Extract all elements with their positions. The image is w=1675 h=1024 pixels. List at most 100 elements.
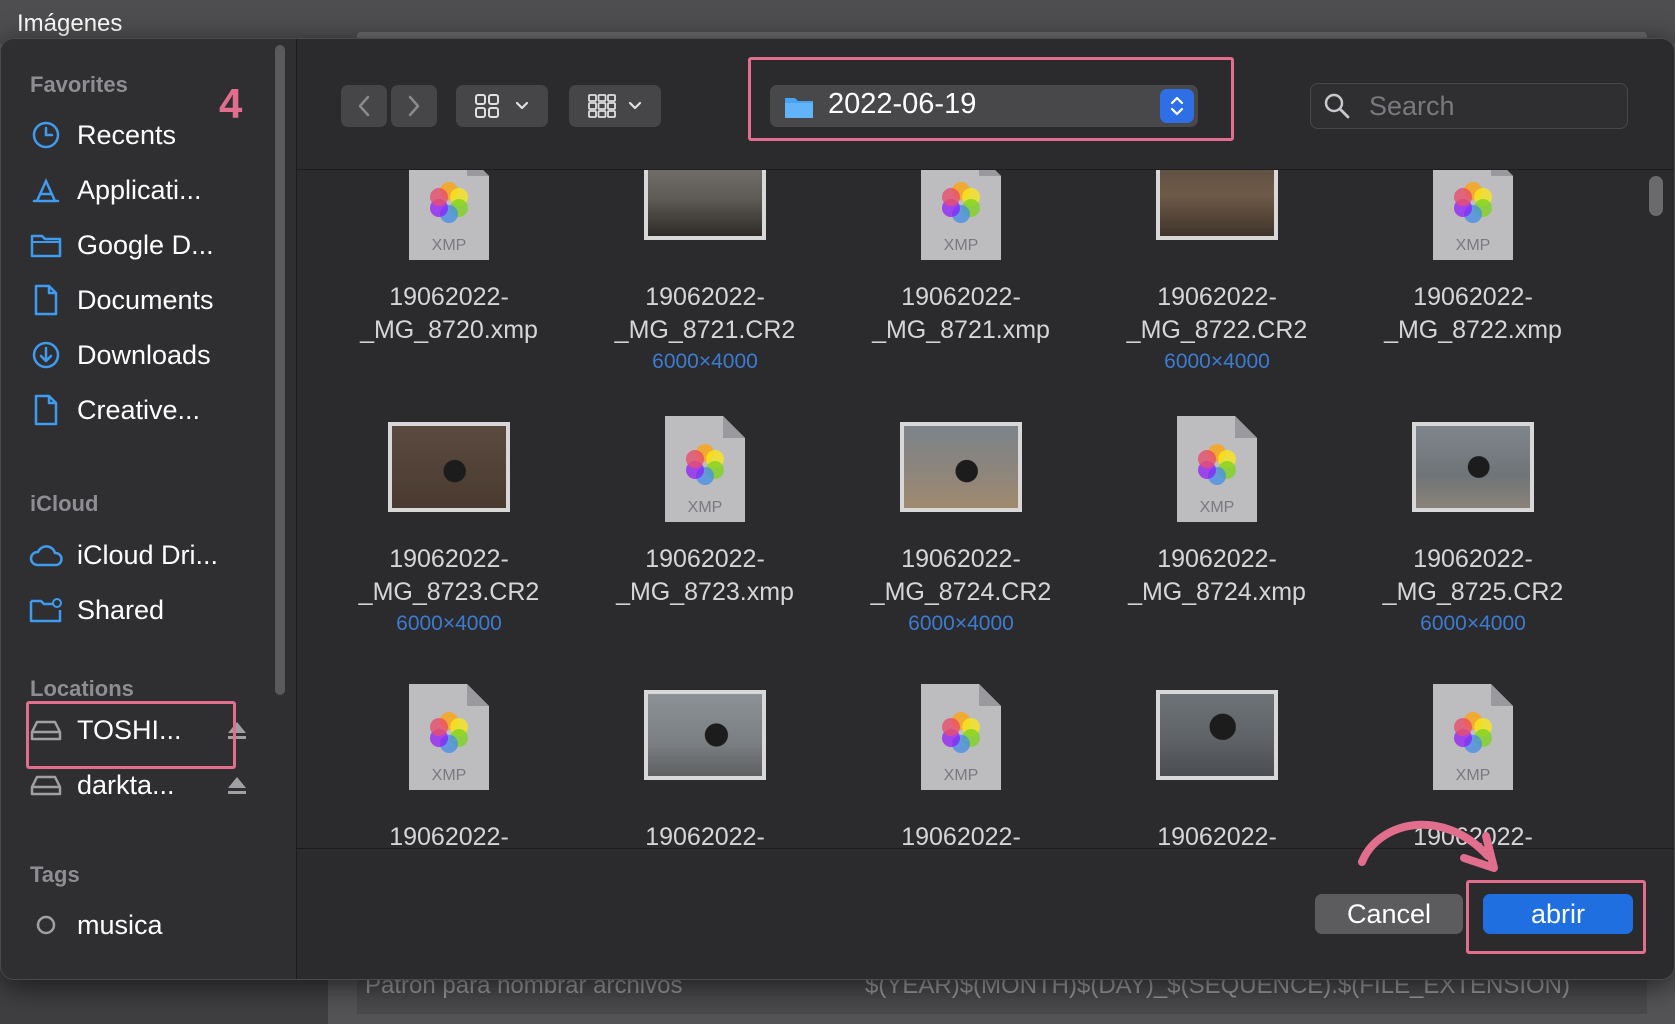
search-input[interactable]	[1367, 88, 1621, 124]
file-dimensions: 6000×4000	[1420, 612, 1526, 635]
sidebar-scrollbar[interactable]	[275, 45, 285, 695]
xmp-label: XMP	[688, 499, 723, 516]
file-name-line2: _MG_8724.xmp	[1128, 578, 1306, 606]
photo-thumbnail	[1156, 690, 1278, 780]
sidebar-item-label: Documents	[77, 284, 214, 315]
photo-thumbnail	[900, 422, 1022, 512]
forward-button[interactable]	[391, 85, 437, 127]
chevron-left-icon	[358, 95, 370, 117]
applications-icon	[29, 173, 63, 207]
sidebar-item-creative-cloud[interactable]: Creative...	[29, 388, 264, 432]
xmp-label: XMP	[1456, 237, 1491, 254]
xmp-label: XMP	[944, 237, 979, 254]
sidebar-item-label: Google D...	[77, 229, 214, 260]
sidebar-item-label: Downloads	[77, 339, 211, 370]
file-name-line2: _MG_8723.CR2	[358, 578, 540, 606]
xmp-label: XMP	[1200, 499, 1235, 516]
photo-thumbnail	[388, 422, 510, 512]
file-item[interactable]: 19062022- _MG_8723.CR2 6000×4000	[329, 412, 569, 682]
file-item[interactable]: 19062022- _MG_8724.CR2 6000×4000	[841, 412, 1081, 682]
file-item[interactable]: XMP 19062022- _MG_8720.xmp	[329, 170, 569, 420]
file-name-line1: 19062022-	[1157, 283, 1277, 311]
file-name-line1: 19062022-	[389, 823, 509, 848]
sidebar: Favorites Recents Applicati... Google D.…	[1, 39, 297, 979]
back-button[interactable]	[341, 85, 387, 127]
sidebar-item-shared[interactable]: Shared	[29, 588, 264, 632]
file-name-line1: 19062022-	[645, 823, 765, 848]
download-icon	[29, 338, 63, 372]
icon-view-button[interactable]	[456, 85, 548, 127]
section-locations: Locations	[30, 676, 134, 701]
xmp-file-icon: XMP	[409, 170, 489, 260]
grid-scrollbar[interactable]	[1649, 176, 1663, 216]
file-name-line2: _MG_8722.CR2	[1126, 316, 1308, 344]
file-name-line1: 19062022-	[1413, 545, 1533, 573]
cloud-icon	[29, 538, 63, 572]
chevron-right-icon	[408, 95, 420, 117]
document-icon	[29, 393, 63, 427]
file-item[interactable]: 19062022- _MG_8721.CR2 6000×4000	[585, 170, 825, 420]
file-name-line1: 19062022-	[645, 545, 765, 573]
photo-thumbnail	[644, 690, 766, 780]
section-icloud: iCloud	[30, 491, 99, 516]
sidebar-item-google-drive[interactable]: Google D...	[29, 223, 264, 267]
sidebar-item-label: darkta...	[77, 769, 175, 800]
sidebar-item-label: Recents	[77, 119, 177, 150]
file-name-line2: _MG_8720.xmp	[360, 316, 538, 344]
shared-folder-icon	[29, 593, 63, 627]
xmp-file-icon: XMP	[665, 416, 745, 522]
drive-icon	[29, 768, 63, 802]
clock-icon	[29, 118, 63, 152]
folder-icon	[29, 228, 63, 262]
photo-thumbnail	[1156, 170, 1278, 240]
file-name-line1: 19062022-	[1157, 823, 1277, 848]
file-name-line1: 19062022-	[1157, 545, 1277, 573]
file-item[interactable]: XMP 19062022- _MG_8724.xmp	[1097, 412, 1337, 682]
xmp-label: XMP	[1456, 767, 1491, 784]
file-name-line2: _MG_8725.CR2	[1382, 578, 1564, 606]
chevron-down-icon	[628, 101, 642, 110]
sidebar-item-icloud-drive[interactable]: iCloud Dri...	[29, 533, 264, 577]
photo-thumbnail	[644, 170, 766, 240]
sidebar-item-tag-musica[interactable]: musica	[29, 903, 264, 947]
eject-icon[interactable]	[225, 773, 249, 797]
xmp-file-icon: XMP	[1177, 416, 1257, 522]
file-item[interactable]: XMP 19062022-	[329, 680, 569, 848]
file-name-line1: 19062022-	[389, 545, 509, 573]
cancel-button[interactable]: Cancel	[1315, 894, 1463, 934]
file-name-line1: 19062022-	[645, 283, 765, 311]
file-item[interactable]: 19062022-	[585, 680, 825, 848]
sidebar-item-darktable-drive[interactable]: darkta...	[29, 763, 264, 807]
xmp-file-icon: XMP	[1433, 170, 1513, 260]
file-item[interactable]: XMP 19062022- _MG_8723.xmp	[585, 412, 825, 682]
sidebar-item-downloads[interactable]: Downloads	[29, 333, 264, 377]
file-name-line2: _MG_8724.CR2	[870, 578, 1052, 606]
file-item[interactable]: 19062022-	[1097, 680, 1337, 848]
sidebar-item-label: Creative...	[77, 394, 201, 425]
file-item[interactable]: XMP 19062022-	[841, 680, 1081, 848]
file-name-line1: 19062022-	[1413, 283, 1533, 311]
sidebar-item-applications[interactable]: Applicati...	[29, 168, 264, 212]
highlight-folder-path	[748, 57, 1234, 141]
search-field[interactable]	[1310, 83, 1628, 129]
background-window-title: Imágenes	[17, 10, 123, 37]
sidebar-item-documents[interactable]: Documents	[29, 278, 264, 322]
group-grid-icon	[588, 94, 616, 118]
file-item[interactable]: 19062022- _MG_8722.CR2 6000×4000	[1097, 170, 1337, 420]
sidebar-item-label: iCloud Dri...	[77, 539, 219, 570]
file-dimensions: 6000×4000	[908, 612, 1014, 635]
grid-view-icon	[475, 94, 499, 118]
xmp-file-icon: XMP	[921, 170, 1001, 260]
sidebar-item-label: Shared	[77, 594, 165, 625]
file-name-line2: _MG_8721.CR2	[614, 316, 796, 344]
file-item[interactable]: 19062022- _MG_8725.CR2 6000×4000	[1353, 412, 1593, 682]
xmp-file-icon: XMP	[1433, 684, 1513, 790]
file-name-line1: 19062022-	[901, 823, 1021, 848]
file-item[interactable]: XMP 19062022- _MG_8722.xmp	[1353, 170, 1593, 420]
document-icon	[29, 283, 63, 317]
file-dimensions: 6000×4000	[1164, 350, 1270, 373]
file-name-line2: _MG_8721.xmp	[872, 316, 1050, 344]
xmp-label: XMP	[432, 767, 467, 784]
group-view-button[interactable]	[569, 85, 661, 127]
file-item[interactable]: XMP 19062022- _MG_8721.xmp	[841, 170, 1081, 420]
